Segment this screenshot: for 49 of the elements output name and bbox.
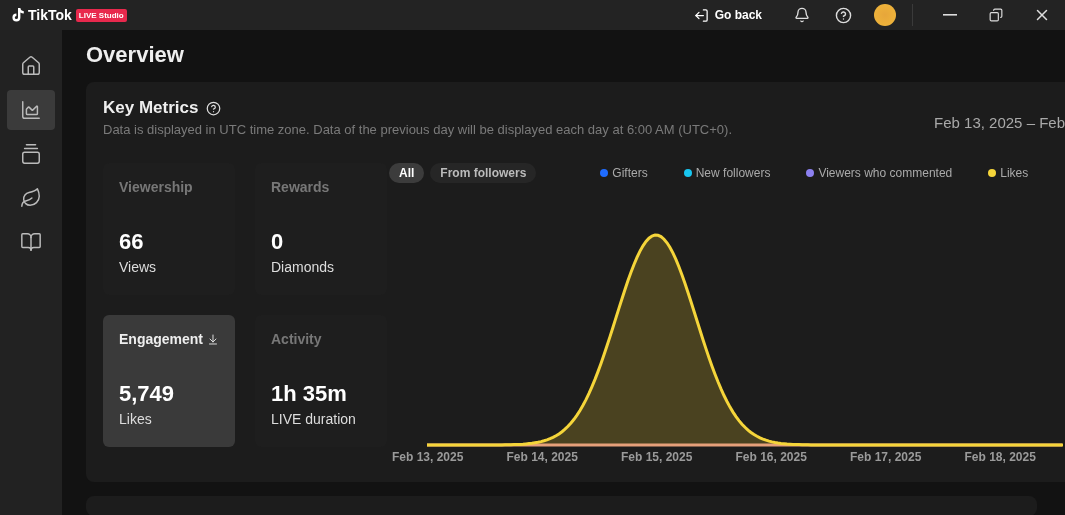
filter-chip[interactable]: From followers: [430, 163, 537, 183]
help-icon[interactable]: [206, 100, 222, 116]
book-icon: [20, 231, 42, 253]
app-name: TikTok: [28, 7, 72, 23]
tile-value: 5,749: [119, 381, 176, 407]
legend-label: New followers: [695, 166, 771, 180]
stack-icon: [20, 143, 42, 165]
metric-tile[interactable]: Engagement 5,749 Likes: [103, 315, 235, 447]
tile-value: 0: [271, 229, 285, 255]
page-title: Overview: [86, 42, 185, 68]
app-badge: LIVE Studio: [75, 8, 127, 22]
tile-title: Activity: [271, 331, 322, 347]
chart-icon: [20, 99, 42, 121]
go-back-button[interactable]: Go back: [693, 7, 762, 23]
tile-unit: Views: [119, 259, 158, 275]
axis-label: Feb 18, 2025: [964, 450, 1037, 464]
axis-label: Feb 16, 2025: [735, 450, 808, 464]
axis-label: Feb 17, 2025: [850, 450, 923, 464]
tile-value: 1h 35m: [271, 381, 348, 407]
avatar[interactable]: [874, 4, 896, 26]
download-icon: [207, 332, 219, 346]
music-note-icon: [12, 8, 24, 22]
timezone-note: Data is displayed in UTC time zone. Data of the previous day will be displayed each day at 6:00 AM (UTC+0).: [103, 122, 733, 137]
axis-label: Feb 14, 2025: [506, 450, 579, 464]
tile-unit: Diamonds: [271, 259, 336, 275]
restore-icon: [989, 8, 1003, 22]
sidebar-item[interactable]: [7, 90, 55, 130]
leaf-icon: [20, 187, 42, 209]
tile-unit: LIVE duration: [271, 411, 357, 427]
exit-icon: [693, 7, 709, 23]
notifications-button[interactable]: [792, 5, 812, 25]
tile-title: Engagement: [119, 331, 203, 347]
legend-label: Likes: [1000, 166, 1029, 180]
home-icon: [20, 55, 42, 77]
tile-value: 66: [119, 229, 145, 255]
minimize-icon: [943, 14, 957, 16]
filter-chip[interactable]: All: [389, 163, 425, 183]
tile-unit: Likes: [119, 411, 153, 427]
bell-icon: [794, 7, 810, 23]
tile-title: Viewership: [119, 179, 193, 195]
axis-label: Feb 13, 2025: [392, 450, 465, 464]
tile-title: Rewards: [271, 179, 330, 195]
date-range[interactable]: Feb 13, 2025 – Feb: [934, 114, 1065, 131]
axis-label: Feb 15, 2025: [621, 450, 694, 464]
help-icon: [834, 6, 852, 24]
card-title: Key Metrics: [103, 98, 199, 118]
help-button[interactable]: [833, 5, 853, 25]
legend-label: Viewers who commented: [818, 166, 953, 180]
legend-label: Gifters: [612, 166, 648, 180]
